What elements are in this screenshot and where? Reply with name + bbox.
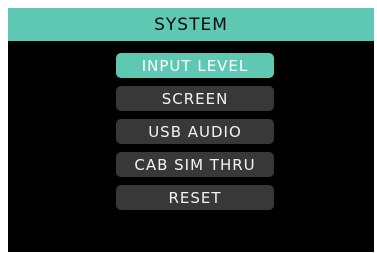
menu-item-usb-audio[interactable]: USB AUDIO — [116, 119, 274, 144]
menu-item-input-level[interactable]: INPUT LEVEL — [116, 53, 274, 78]
menu-item-cab-sim-thru[interactable]: CAB SIM THRU — [116, 152, 274, 177]
menu-item-label: RESET — [168, 188, 222, 207]
system-menu: INPUT LEVEL SCREEN USB AUDIO CAB SIM THR… — [116, 53, 274, 218]
menu-item-label: USB AUDIO — [148, 122, 242, 141]
header-bar: SYSTEM — [8, 8, 374, 41]
device-screen: SYSTEM INPUT LEVEL SCREEN USB AUDIO CAB … — [8, 8, 374, 252]
menu-item-screen[interactable]: SCREEN — [116, 86, 274, 111]
menu-item-label: SCREEN — [161, 89, 229, 108]
menu-item-label: CAB SIM THRU — [134, 155, 256, 174]
menu-item-reset[interactable]: RESET — [116, 185, 274, 210]
menu-item-label: INPUT LEVEL — [141, 56, 249, 75]
page-title: SYSTEM — [154, 14, 228, 35]
